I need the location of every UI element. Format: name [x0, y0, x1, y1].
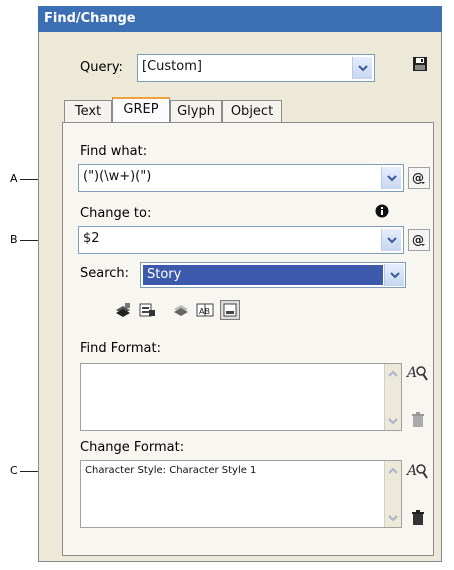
save-query-icon — [413, 57, 427, 71]
callout-a-label: A — [10, 172, 18, 185]
find-what-value: (")(\w+)(") — [83, 169, 152, 184]
find-what-input[interactable]: (")(\w+)(") — [78, 164, 404, 192]
info-icon — [375, 204, 389, 218]
query-label: Query: — [80, 60, 123, 75]
change-format-scroll-down[interactable] — [386, 511, 400, 525]
save-query-button[interactable] — [412, 56, 432, 76]
chevron-down-icon — [389, 271, 400, 278]
specify-attributes-icon: A — [405, 365, 428, 381]
find-what-label: Find what: — [80, 144, 147, 159]
dialog-title-bar: Find/Change — [38, 6, 442, 32]
clear-attributes-icon — [412, 412, 424, 427]
find-what-label-text: Find what: — [80, 144, 148, 159]
include-locked-stories-toggle[interactable] — [138, 302, 156, 318]
find-format-scroll-up[interactable] — [386, 366, 400, 380]
tab-text-label: Text — [74, 104, 102, 119]
search-value: Story — [147, 267, 182, 282]
search-select[interactable]: Story — [140, 262, 406, 288]
query-label-text: Query: — [80, 60, 123, 75]
change-format-scroll-up[interactable] — [386, 463, 400, 477]
include-hidden-layers-toggle[interactable] — [172, 302, 190, 318]
change-format-specify-attributes-button[interactable]: A — [405, 460, 428, 482]
tab-object[interactable]: Object — [222, 100, 282, 122]
include-locked-layers-toggle[interactable] — [114, 302, 132, 318]
include-footnotes-toggle[interactable] — [220, 300, 240, 320]
change-format-text-area: Character Style: Character Style 1 — [81, 461, 385, 527]
chevron-down-icon — [357, 64, 368, 71]
tab-glyph[interactable]: Glyph — [170, 100, 222, 122]
search-label-text: Search: — [80, 266, 130, 281]
change-to-dropdown-button[interactable] — [381, 229, 401, 251]
special-characters-icon: @ — [412, 233, 425, 247]
chevron-down-icon — [388, 514, 398, 521]
callout-b-label: B — [10, 233, 18, 246]
include-locked-layers-icon — [116, 303, 130, 317]
change-format-value: Character Style: Character Style 1 — [85, 465, 257, 476]
svg-text:A: A — [406, 463, 417, 479]
chevron-up-icon — [388, 467, 398, 474]
tab-text[interactable]: Text — [64, 100, 112, 122]
change-to-input[interactable]: $2 — [78, 226, 404, 254]
include-locked-stories-icon — [139, 303, 155, 317]
tab-grep[interactable]: GREP — [112, 97, 170, 122]
find-what-dropdown-button[interactable] — [381, 167, 401, 189]
clear-attributes-icon — [412, 510, 424, 525]
change-format-clear-button[interactable] — [410, 510, 426, 526]
svg-text:A: A — [406, 365, 417, 381]
info-indicator — [375, 203, 389, 218]
find-format-label-text: Find Format: — [80, 341, 161, 356]
tab-grep-label: GREP — [123, 102, 159, 117]
query-value: [Custom] — [142, 59, 202, 74]
find-format-box[interactable] — [80, 363, 402, 431]
change-format-label: Change Format: — [80, 440, 184, 455]
find-format-specify-attributes-button[interactable]: A — [405, 362, 428, 384]
change-format-label-text: Change Format: — [80, 440, 185, 455]
find-format-text-area — [81, 364, 385, 430]
find-format-scroll-down[interactable] — [386, 414, 400, 428]
special-characters-icon: @ — [412, 171, 425, 185]
chevron-down-icon — [386, 174, 397, 181]
chevron-down-icon — [386, 236, 397, 243]
find-format-label: Find Format: — [80, 341, 161, 356]
callout-c-label: C — [10, 464, 18, 477]
svg-text:AB: AB — [199, 307, 210, 316]
specify-attributes-icon: A — [405, 463, 428, 479]
change-format-box[interactable]: Character Style: Character Style 1 — [80, 460, 402, 528]
dialog-title: Find/Change — [44, 11, 136, 26]
change-to-label: Change to: — [80, 206, 151, 221]
change-to-label-text: Change to: — [80, 206, 152, 221]
query-dropdown-button[interactable] — [352, 57, 372, 79]
tab-object-label: Object — [230, 104, 274, 119]
chevron-down-icon — [388, 417, 398, 424]
find-special-characters-button[interactable]: @ — [408, 167, 430, 189]
include-master-pages-icon: AB — [196, 303, 214, 317]
search-dropdown-button[interactable] — [384, 264, 404, 286]
find-format-clear-button[interactable] — [410, 412, 426, 428]
include-footnotes-icon — [223, 303, 237, 317]
include-hidden-layers-icon — [174, 305, 188, 316]
include-master-pages-toggle[interactable]: AB — [196, 302, 214, 318]
chevron-up-icon — [388, 370, 398, 377]
tab-glyph-label: Glyph — [177, 104, 215, 119]
query-select[interactable]: [Custom] — [137, 54, 375, 82]
change-to-value: $2 — [83, 231, 100, 246]
search-label: Search: — [80, 266, 129, 281]
search-selected-highlight: Story — [143, 265, 383, 285]
change-special-characters-button[interactable]: @ — [408, 229, 430, 251]
